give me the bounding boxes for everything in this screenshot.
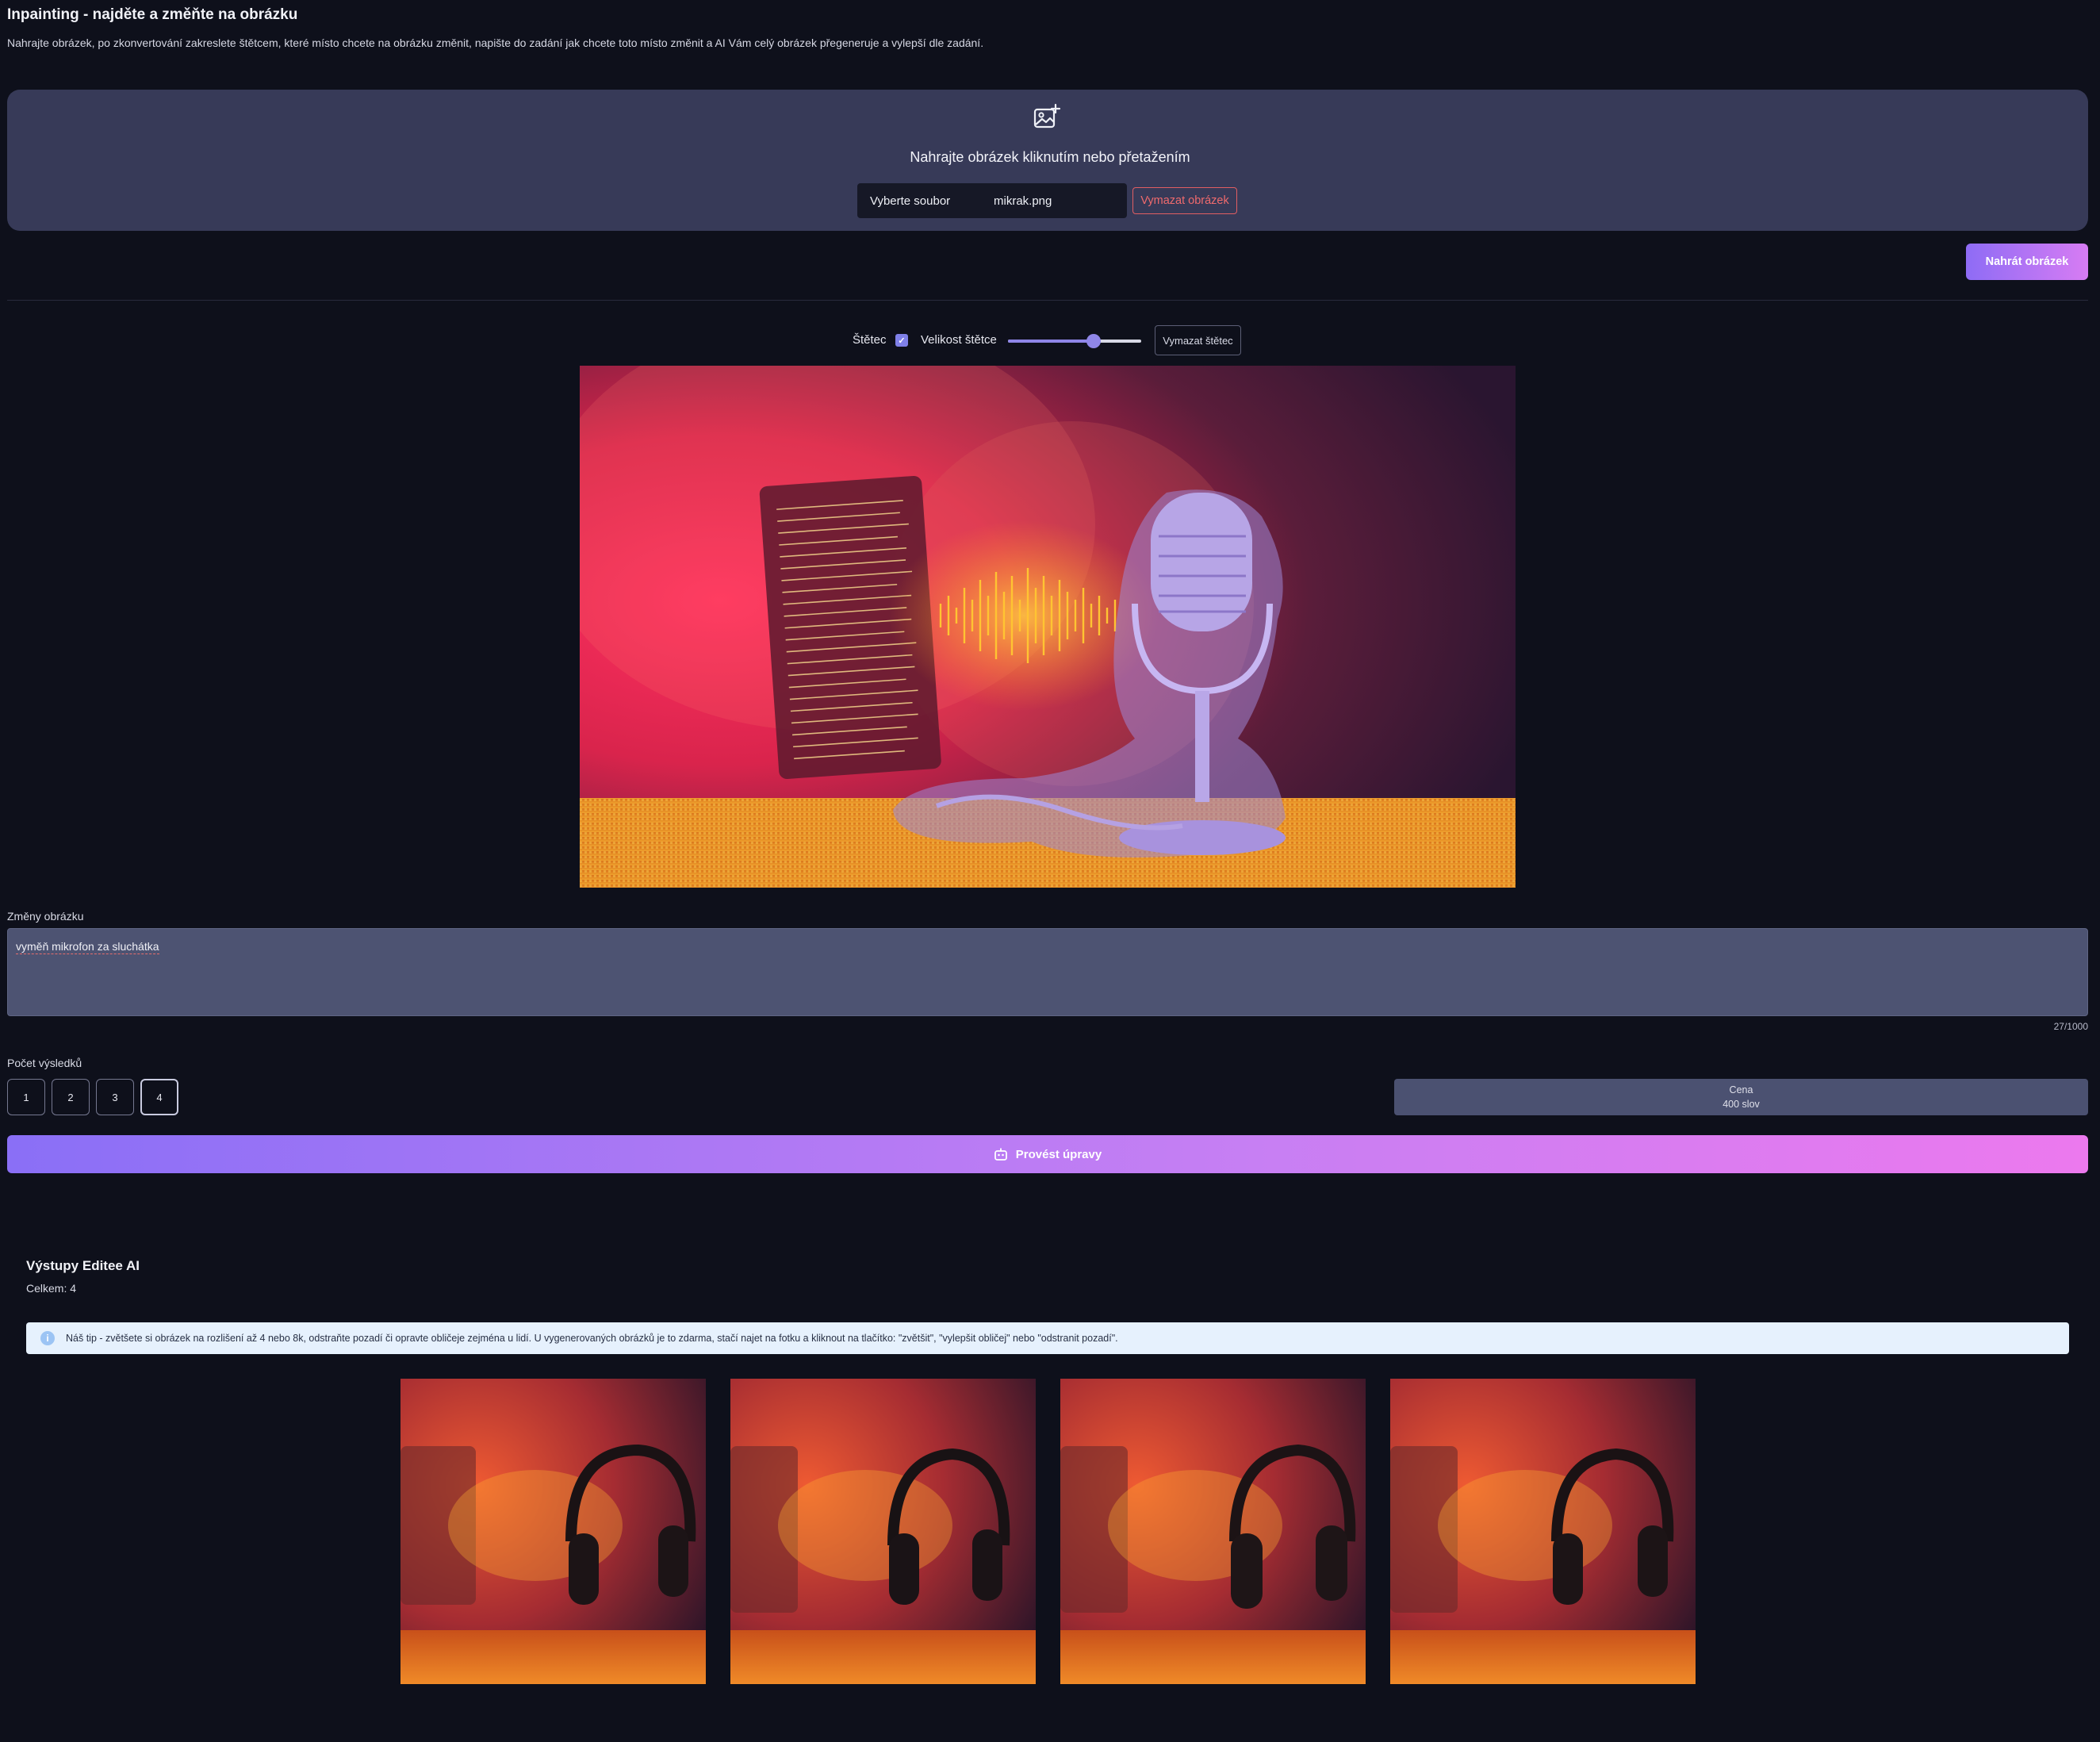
brush-size-slider-thumb[interactable] bbox=[1086, 334, 1101, 348]
submit-label: Provést úpravy bbox=[1015, 1147, 1102, 1161]
upload-prompt: Nahrajte obrázek kliknutím nebo přetažen… bbox=[910, 149, 1190, 165]
tip-text: Náš tip - zvětšete si obrázek na rozliše… bbox=[66, 1333, 1118, 1344]
brush-size-slider-fill bbox=[1008, 340, 1094, 343]
price-box: Cena 400 slov bbox=[1394, 1079, 2088, 1115]
outputs-total: Celkem: 4 bbox=[26, 1282, 77, 1295]
brush-size-label: Velikost štětce bbox=[921, 333, 997, 347]
choose-file-button[interactable]: Vyberte soubor bbox=[870, 194, 994, 208]
inpainting-canvas[interactable] bbox=[580, 366, 1516, 888]
price-value: 400 slov bbox=[1723, 1099, 1760, 1110]
price-label: Cena bbox=[1729, 1084, 1753, 1095]
clear-image-button[interactable]: Vymazat obrázek bbox=[1132, 187, 1237, 214]
robot-icon bbox=[994, 1148, 1007, 1161]
outputs-title: Výstupy Editee AI bbox=[26, 1258, 140, 1273]
output-image-2[interactable] bbox=[730, 1379, 1036, 1684]
output-image-1[interactable] bbox=[400, 1379, 706, 1684]
prompt-label: Změny obrázku bbox=[7, 910, 84, 923]
output-image-3[interactable] bbox=[1060, 1379, 1366, 1684]
image-add-icon bbox=[1033, 103, 1061, 129]
char-counter: 27/1000 bbox=[2053, 1021, 2088, 1032]
info-icon: i bbox=[40, 1331, 55, 1345]
count-option-4[interactable]: 4 bbox=[140, 1079, 178, 1115]
prompt-text: vyměň mikrofon za sluchátka bbox=[16, 940, 159, 954]
file-input[interactable]: Vyberte soubor mikrak.png bbox=[857, 183, 1127, 218]
count-option-3[interactable]: 3 bbox=[96, 1079, 134, 1115]
divider bbox=[7, 300, 2088, 301]
count-option-2[interactable]: 2 bbox=[52, 1079, 90, 1115]
result-count-label: Počet výsledků bbox=[7, 1057, 82, 1069]
count-option-1[interactable]: 1 bbox=[7, 1079, 45, 1115]
output-image-4[interactable] bbox=[1390, 1379, 1696, 1684]
page-description: Nahrajte obrázek, po zkonvertování zakre… bbox=[7, 36, 984, 49]
page-title: Inpainting - najděte a změňte na obrázku bbox=[7, 6, 298, 23]
file-name: mikrak.png bbox=[994, 194, 1052, 208]
brush-label: Štětec bbox=[853, 333, 887, 347]
clear-brush-button[interactable]: Vymazat štětec bbox=[1155, 325, 1241, 355]
prompt-textarea[interactable]: vyměň mikrofon za sluchátka bbox=[7, 928, 2088, 1016]
tip-banner: i Náš tip - zvětšete si obrázek na rozli… bbox=[26, 1322, 2069, 1354]
upload-image-button[interactable]: Nahrát obrázek bbox=[1966, 244, 2088, 280]
brush-checkbox[interactable]: ✓ bbox=[895, 334, 908, 347]
submit-edits-button[interactable]: Provést úpravy bbox=[7, 1135, 2088, 1173]
